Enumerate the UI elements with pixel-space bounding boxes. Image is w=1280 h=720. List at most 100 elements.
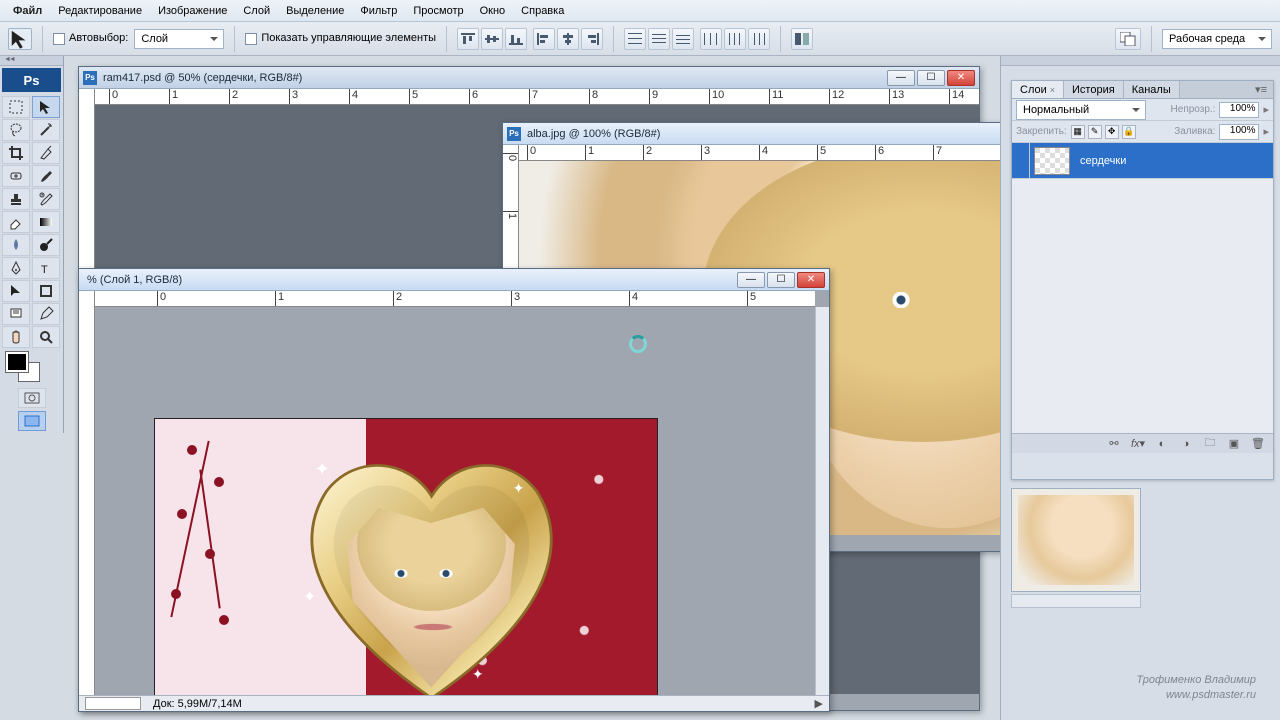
layer-list[interactable]: сердечки (1012, 143, 1273, 433)
link-layers-icon[interactable]: ⚯ (1105, 437, 1123, 451)
tab-close-icon[interactable]: × (1050, 85, 1055, 95)
tool-blur[interactable] (2, 234, 30, 256)
tool-pen[interactable] (2, 257, 30, 279)
navigator-thumbnail[interactable] (1011, 488, 1141, 592)
align-vcenter-button[interactable] (481, 28, 503, 50)
color-wells[interactable] (0, 350, 63, 386)
scrollbar-vertical[interactable] (815, 307, 829, 695)
new-layer-icon[interactable]: ▣ (1225, 437, 1243, 451)
delete-icon[interactable]: 🗑 (1249, 437, 1267, 451)
menu-image[interactable]: Изображение (151, 3, 234, 19)
tool-lasso[interactable] (2, 119, 30, 141)
chevron-right-icon[interactable]: ▸ (1263, 103, 1269, 116)
tool-shape[interactable] (32, 280, 60, 302)
status-arrow-icon[interactable]: ▶ (815, 697, 823, 710)
align-bottom-button[interactable] (505, 28, 527, 50)
menu-file[interactable]: Файл (6, 3, 49, 19)
tool-move[interactable] (32, 96, 60, 118)
tool-crop[interactable] (2, 142, 30, 164)
visibility-toggle[interactable] (1012, 143, 1030, 178)
dist-right-button[interactable] (748, 28, 770, 50)
doc-title: % (Слой 1, RGB/8) (83, 274, 731, 286)
minimize-button[interactable]: — (737, 272, 765, 288)
lock-transparency-icon[interactable]: ▦ (1071, 125, 1085, 139)
titlebar-ram417[interactable]: Ps ram417.psd @ 50% (сердечки, RGB/8#) —… (79, 67, 979, 89)
opacity-field[interactable]: 100% (1219, 102, 1259, 118)
maximize-button[interactable]: ☐ (767, 272, 795, 288)
close-button[interactable]: ✕ (797, 272, 825, 288)
minimize-button[interactable]: — (887, 70, 915, 86)
fill-label: Заливка: (1174, 126, 1215, 137)
tab-layers[interactable]: Слои× (1012, 81, 1064, 98)
tool-history-brush[interactable] (32, 188, 60, 210)
dist-bottom-button[interactable] (672, 28, 694, 50)
tool-marquee[interactable] (2, 96, 30, 118)
arrange-docs-button[interactable] (1115, 28, 1141, 50)
auto-select-dropdown[interactable]: Слой (134, 29, 224, 49)
tab-channels[interactable]: Каналы (1124, 81, 1180, 98)
current-tool-icon[interactable] (8, 28, 32, 50)
close-button[interactable]: ✕ (947, 70, 975, 86)
dist-hcenter-button[interactable] (724, 28, 746, 50)
menu-view[interactable]: Просмотр (406, 3, 470, 19)
layer-thumbnail[interactable] (1034, 147, 1070, 175)
panel-collapse[interactable] (1001, 56, 1280, 66)
blend-mode-dropdown[interactable]: Нормальный (1016, 100, 1146, 120)
tab-history[interactable]: История (1064, 81, 1124, 98)
toolbox-collapse[interactable] (0, 56, 63, 66)
tool-wand[interactable] (32, 119, 60, 141)
blend-mode-value: Нормальный (1023, 104, 1089, 116)
group-icon[interactable]: 🗀 (1201, 437, 1219, 451)
menu-select[interactable]: Выделение (279, 3, 351, 19)
tool-path-select[interactable] (2, 280, 30, 302)
align-right-button[interactable] (581, 28, 603, 50)
zoom-field[interactable] (85, 697, 141, 710)
auto-align-button[interactable] (791, 28, 813, 50)
menu-layer[interactable]: Слой (236, 3, 277, 19)
tool-stamp[interactable] (2, 188, 30, 210)
panel-menu-icon[interactable]: ▾≡ (1249, 81, 1273, 98)
dist-vcenter-button[interactable] (648, 28, 670, 50)
adjustment-icon[interactable]: ◑ (1177, 437, 1195, 451)
menu-help[interactable]: Справка (514, 3, 571, 19)
separator (42, 26, 43, 52)
mask-icon[interactable]: ◐ (1153, 437, 1171, 451)
chevron-right-icon[interactable]: ▸ (1263, 125, 1269, 138)
lock-position-icon[interactable]: ✥ (1105, 125, 1119, 139)
tool-type[interactable]: T (32, 257, 60, 279)
tool-zoom[interactable] (32, 326, 60, 348)
tool-slice[interactable] (32, 142, 60, 164)
maximize-button[interactable]: ☐ (917, 70, 945, 86)
tool-hand[interactable] (2, 326, 30, 348)
menu-window[interactable]: Окно (473, 3, 513, 19)
titlebar-layer1[interactable]: % (Слой 1, RGB/8) — ☐ ✕ (79, 269, 829, 291)
tool-dodge[interactable] (32, 234, 60, 256)
lock-pixels-icon[interactable]: ✎ (1088, 125, 1102, 139)
tool-gradient[interactable] (32, 211, 60, 233)
navigator-scrollbar[interactable] (1011, 594, 1141, 608)
menu-filter[interactable]: Фильтр (353, 3, 404, 19)
fill-field[interactable]: 100% (1219, 124, 1259, 140)
menu-edit[interactable]: Редактирование (51, 3, 149, 19)
tool-heal[interactable] (2, 165, 30, 187)
dist-top-button[interactable] (624, 28, 646, 50)
dist-left-button[interactable] (700, 28, 722, 50)
align-top-button[interactable] (457, 28, 479, 50)
canvas-area[interactable]: ✦ ✦ ✦ ✦ (95, 307, 829, 695)
fx-icon[interactable]: fx▾ (1129, 437, 1147, 451)
align-hcenter-button[interactable] (557, 28, 579, 50)
show-controls-checkbox[interactable]: Показать управляющие элементы (245, 32, 436, 44)
screenmode-button[interactable] (18, 411, 46, 431)
quickmask-button[interactable] (18, 388, 46, 408)
foreground-color[interactable] (6, 352, 28, 372)
auto-select-checkbox[interactable]: Автовыбор: (53, 32, 128, 44)
layer-row[interactable]: сердечки (1012, 143, 1273, 179)
tool-eraser[interactable] (2, 211, 30, 233)
lock-all-icon[interactable]: 🔒 (1122, 125, 1136, 139)
workspace-dropdown[interactable]: Рабочая среда (1162, 29, 1272, 49)
layer-name[interactable]: сердечки (1074, 155, 1273, 167)
tool-notes[interactable] (2, 303, 30, 325)
tool-brush[interactable] (32, 165, 60, 187)
align-left-button[interactable] (533, 28, 555, 50)
tool-eyedropper[interactable] (32, 303, 60, 325)
